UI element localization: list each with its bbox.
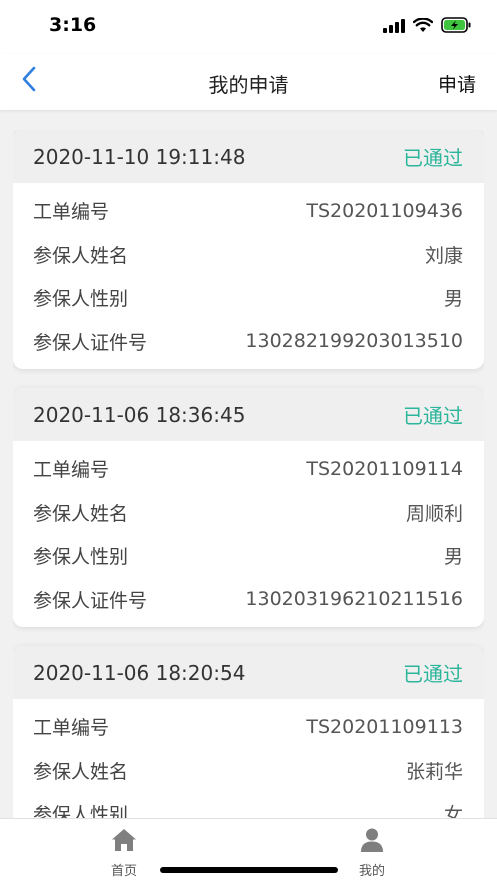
application-card[interactable]: 2020-11-06 18:36:45 已通过 工单编号 TS202011091…	[13, 388, 484, 627]
row-label: 参保人性别	[33, 288, 129, 311]
status-time: 3:16	[49, 14, 97, 36]
tab-mine[interactable]: 我的	[332, 827, 412, 879]
row-label: 参保人证件号	[33, 589, 148, 612]
home-indicator	[160, 867, 338, 873]
card-body: 工单编号 TS20201109436 参保人姓名 刘康 参保人性别 男 参保人证…	[13, 183, 484, 369]
wifi-icon	[412, 16, 434, 37]
row-value: 女	[443, 804, 463, 818]
tab-label: 我的	[358, 864, 385, 879]
status-badge: 已通过	[403, 662, 463, 686]
battery-charging-icon	[441, 17, 471, 37]
card-body: 工单编号 TS20201109114 参保人姓名 周顺利 参保人性别 男 参保人…	[13, 441, 484, 627]
row-label: 参保人姓名	[33, 502, 129, 525]
row-label: 参保人证件号	[33, 331, 148, 354]
row-insured-gender: 参保人性别 男	[33, 276, 463, 320]
row-insured-name: 参保人姓名 周顺利	[33, 491, 463, 535]
application-list: 2020-11-10 19:11:48 已通过 工单编号 TS202011094…	[13, 130, 484, 818]
row-label: 参保人性别	[33, 546, 129, 569]
row-label: 参保人姓名	[33, 760, 129, 783]
user-icon	[358, 827, 386, 857]
row-order-number: 工单编号 TS20201109436	[33, 189, 463, 233]
row-insured-id: 参保人证件号 130282199203013510	[33, 320, 463, 364]
row-value: 张莉华	[405, 760, 463, 783]
row-value: 刘康	[424, 244, 463, 267]
card-header: 2020-11-10 19:11:48 已通过	[13, 130, 484, 183]
row-insured-name: 参保人姓名 刘康	[33, 233, 463, 277]
row-insured-id: 参保人证件号 130203196210211516	[33, 578, 463, 622]
row-value: 130203196210211516	[245, 588, 463, 611]
row-order-number: 工单编号 TS20201109114	[33, 447, 463, 491]
row-label: 参保人性别	[33, 804, 129, 818]
row-value: 130282199203013510	[245, 330, 463, 353]
row-label: 工单编号	[33, 201, 110, 224]
submit-time: 2020-11-10 19:11:48	[33, 144, 246, 169]
tab-home[interactable]: 首页	[84, 827, 164, 879]
home-icon	[110, 827, 138, 857]
signal-icon	[383, 18, 405, 37]
row-label: 工单编号	[33, 717, 110, 740]
row-value: 男	[443, 546, 463, 569]
status-badge: 已通过	[403, 404, 463, 428]
row-insured-name: 参保人姓名 张莉华	[33, 749, 463, 793]
status-bar: 3:16	[0, 0, 497, 54]
apply-button[interactable]: 申请	[438, 70, 476, 97]
application-card[interactable]: 2020-11-10 19:11:48 已通过 工单编号 TS202011094…	[13, 130, 484, 369]
status-icons	[383, 16, 471, 37]
row-value: TS20201109114	[306, 457, 463, 480]
row-order-number: 工单编号 TS20201109113	[33, 705, 463, 749]
row-value: TS20201109436	[306, 199, 463, 222]
tab-bar: 首页 我的	[0, 818, 497, 883]
tab-label: 首页	[110, 864, 137, 879]
row-label: 工单编号	[33, 459, 110, 482]
row-insured-gender: 参保人性别 女	[33, 792, 463, 818]
card-header: 2020-11-06 18:36:45 已通过	[13, 388, 484, 441]
card-header: 2020-11-06 18:20:54 已通过	[13, 646, 484, 699]
row-insured-gender: 参保人性别 男	[33, 534, 463, 578]
application-card[interactable]: 2020-11-06 18:20:54 已通过 工单编号 TS202011091…	[13, 646, 484, 818]
submit-time: 2020-11-06 18:36:45	[33, 402, 246, 427]
row-value: 周顺利	[405, 502, 463, 525]
submit-time: 2020-11-06 18:20:54	[33, 660, 246, 685]
page-title: 我的申请	[208, 73, 289, 97]
status-badge: 已通过	[403, 146, 463, 170]
row-value: TS20201109113	[306, 715, 463, 738]
row-value: 男	[443, 288, 463, 311]
card-body: 工单编号 TS20201109113 参保人姓名 张莉华 参保人性别 女	[13, 699, 484, 818]
nav-bar: 我的申请 申请	[0, 54, 497, 110]
row-label: 参保人姓名	[33, 244, 129, 267]
